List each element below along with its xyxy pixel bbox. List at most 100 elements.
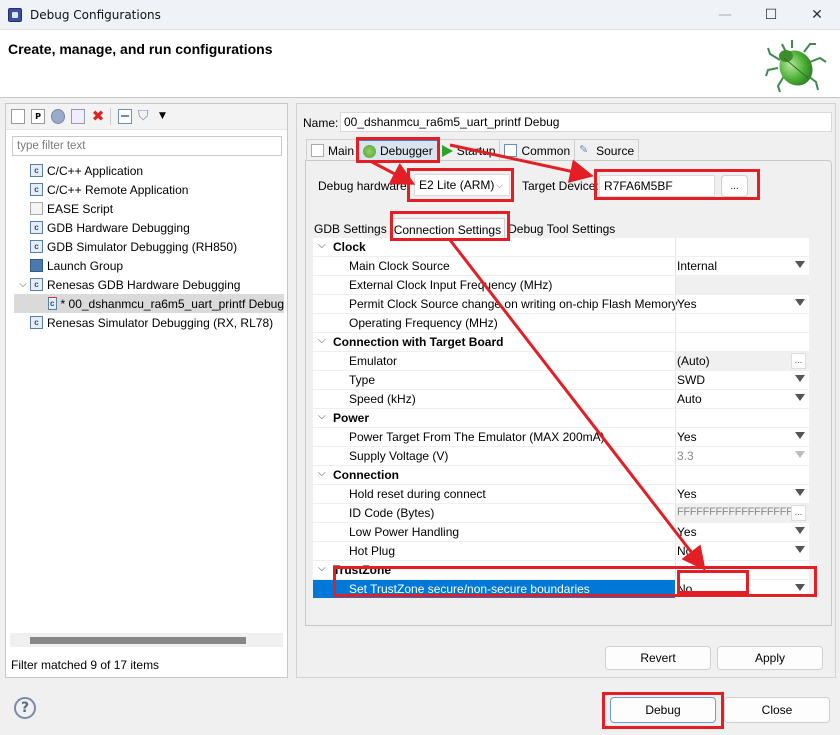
dropdown-arrow-icon[interactable]: [795, 299, 805, 306]
delete-icon[interactable]: ✖: [91, 109, 105, 124]
tree-item-cpp-remote-application[interactable]: c C/C++ Remote Application: [14, 180, 284, 199]
tree-item-gdb-simulator-debugging[interactable]: c GDB Simulator Debugging (RH850): [14, 237, 284, 256]
property-value[interactable]: Yes: [677, 525, 697, 539]
tree-item-selected-configuration[interactable]: c * 00_dshanmcu_ra6m5_uart_printf Debug: [14, 294, 284, 313]
help-icon[interactable]: ?: [14, 697, 36, 719]
property-row[interactable]: Hold reset during connect Yes: [313, 485, 809, 504]
tree-item-gdb-hardware-debugging[interactable]: c GDB Hardware Debugging: [14, 218, 284, 237]
export-icon[interactable]: [51, 109, 65, 124]
property-row[interactable]: Supply Voltage (V) 3.3: [313, 447, 809, 466]
dropdown-arrow-icon[interactable]: [795, 375, 805, 382]
source-tab-icon: ✎: [579, 144, 589, 156]
duplicate-icon[interactable]: [71, 109, 85, 124]
category-connection-with-target-board[interactable]: ⌵ Connection with Target Board: [313, 333, 809, 352]
subtab-debug-tool-settings[interactable]: Debug Tool Settings: [505, 218, 618, 240]
new-configuration-icon[interactable]: [11, 109, 25, 124]
chevron-down-icon[interactable]: ⌵: [318, 335, 326, 346]
property-value[interactable]: Auto: [677, 392, 702, 406]
common-tab-icon: [504, 144, 518, 157]
c-app-icon: c: [30, 221, 43, 234]
category-connection[interactable]: ⌵ Connection: [313, 466, 809, 485]
property-value[interactable]: Yes: [677, 487, 697, 501]
property-row[interactable]: Main Clock Source Internal: [313, 257, 809, 276]
highlight-debugger-tab: [356, 137, 440, 163]
collapse-all-icon[interactable]: [118, 109, 132, 124]
category-clock[interactable]: ⌵ Clock: [313, 238, 809, 257]
browse-button[interactable]: ...: [791, 353, 806, 369]
property-value[interactable]: (Auto): [677, 354, 710, 368]
property-value: 3.3: [677, 449, 694, 463]
title-bar: Debug Configurations — ☐ ✕: [0, 0, 840, 30]
tab-source[interactable]: ✎ Source: [574, 139, 640, 161]
property-row[interactable]: Permit Clock Source change on writing on…: [313, 295, 809, 314]
property-value[interactable]: Yes: [677, 430, 697, 444]
startup-play-icon: [441, 144, 453, 157]
dialog-header: Create, manage, and run configurations: [0, 30, 840, 98]
tree-item-cpp-application[interactable]: c C/C++ Application: [14, 161, 284, 180]
name-input[interactable]: 00_dshanmcu_ra6m5_uart_printf Debug: [340, 112, 832, 132]
dropdown-arrow-icon[interactable]: [795, 489, 805, 496]
highlight-debug-hardware: [407, 168, 514, 202]
property-row[interactable]: External Clock Input Frequency (MHz): [313, 276, 809, 295]
name-label: Name:: [303, 116, 339, 130]
subtab-gdb-settings[interactable]: GDB Settings: [311, 218, 390, 240]
tree-item-renesas-simulator-debugging[interactable]: c Renesas Simulator Debugging (RX, RL78): [14, 313, 284, 332]
tab-startup[interactable]: Startup: [436, 139, 501, 161]
apply-button[interactable]: Apply: [717, 646, 823, 670]
highlight-trustzone-value: [677, 570, 749, 594]
property-row[interactable]: Hot Plug No: [313, 542, 809, 561]
minimize-button[interactable]: —: [702, 0, 748, 30]
filter-status: Filter matched 9 of 17 items: [11, 658, 160, 672]
highlight-target-device: [594, 169, 760, 200]
chevron-down-icon[interactable]: ⌵: [318, 563, 326, 574]
dropdown-arrow-icon[interactable]: [795, 261, 805, 268]
property-value[interactable]: SWD: [677, 373, 705, 387]
property-row[interactable]: Emulator (Auto)...: [313, 352, 809, 371]
tree-item-launch-group[interactable]: Launch Group: [14, 256, 284, 275]
browse-button: ...: [791, 505, 806, 521]
property-row[interactable]: ID Code (Bytes) FFFFFFFFFFFFFFFFFFFF...: [313, 504, 809, 523]
dropdown-arrow-icon[interactable]: [795, 394, 805, 401]
property-value[interactable]: Internal: [677, 259, 717, 273]
tree-item-renesas-gdb-hardware-debugging[interactable]: ⌵ c Renesas GDB Hardware Debugging: [14, 275, 284, 294]
target-device-label: Target Device:: [522, 179, 599, 193]
chevron-down-icon[interactable]: ⌵: [16, 279, 30, 290]
tree-item-ease-script[interactable]: EASE Script: [14, 199, 284, 218]
tab-main[interactable]: Main: [306, 139, 360, 161]
dialog-heading: Create, manage, and run configurations: [8, 41, 273, 57]
maximize-button[interactable]: ☐: [748, 0, 794, 30]
main-tab-icon: [311, 144, 324, 157]
close-window-button[interactable]: ✕: [794, 0, 840, 30]
property-row[interactable]: Operating Frequency (MHz): [313, 314, 809, 333]
dropdown-arrow-icon[interactable]: [795, 527, 805, 534]
dropdown-arrow-icon[interactable]: [795, 432, 805, 439]
dropdown-arrow-icon: [795, 451, 805, 458]
debug-hardware-label: Debug hardware:: [318, 179, 411, 193]
filter-icon[interactable]: ⛉: [138, 109, 152, 124]
filter-input[interactable]: type filter text: [12, 136, 282, 156]
property-value: FFFFFFFFFFFFFFFFFFFF: [677, 506, 806, 518]
property-value[interactable]: No: [677, 544, 692, 558]
property-row[interactable]: Low Power Handling Yes: [313, 523, 809, 542]
property-row[interactable]: Power Target From The Emulator (MAX 200m…: [313, 428, 809, 447]
chevron-down-icon[interactable]: ⌵: [318, 240, 326, 251]
configuration-list-panel: P ✖ ⛉ ▼ type filter text c C/C++ Applicat…: [5, 103, 288, 678]
dropdown-arrow-icon[interactable]: [795, 546, 805, 553]
property-row[interactable]: Type SWD: [313, 371, 809, 390]
close-button[interactable]: Close: [724, 697, 830, 723]
chevron-down-icon[interactable]: ⌵: [318, 411, 326, 422]
c-app-icon: c: [30, 316, 43, 329]
property-value[interactable]: Yes: [677, 297, 697, 311]
revert-button[interactable]: Revert: [605, 646, 711, 670]
scrollbar-thumb[interactable]: [30, 637, 246, 644]
horizontal-scrollbar[interactable]: [10, 633, 283, 647]
category-power[interactable]: ⌵ Power: [313, 409, 809, 428]
new-prototype-icon[interactable]: P: [31, 109, 45, 124]
property-row[interactable]: Speed (kHz) Auto: [313, 390, 809, 409]
launch-group-icon: [30, 259, 43, 272]
c-app-icon: c: [30, 240, 43, 253]
chevron-down-icon[interactable]: ⌵: [318, 468, 326, 479]
view-menu-icon[interactable]: ▼: [159, 109, 173, 124]
configuration-tree: c C/C++ Application c C/C++ Remote Applica…: [14, 161, 284, 332]
tab-common[interactable]: Common: [499, 139, 576, 161]
